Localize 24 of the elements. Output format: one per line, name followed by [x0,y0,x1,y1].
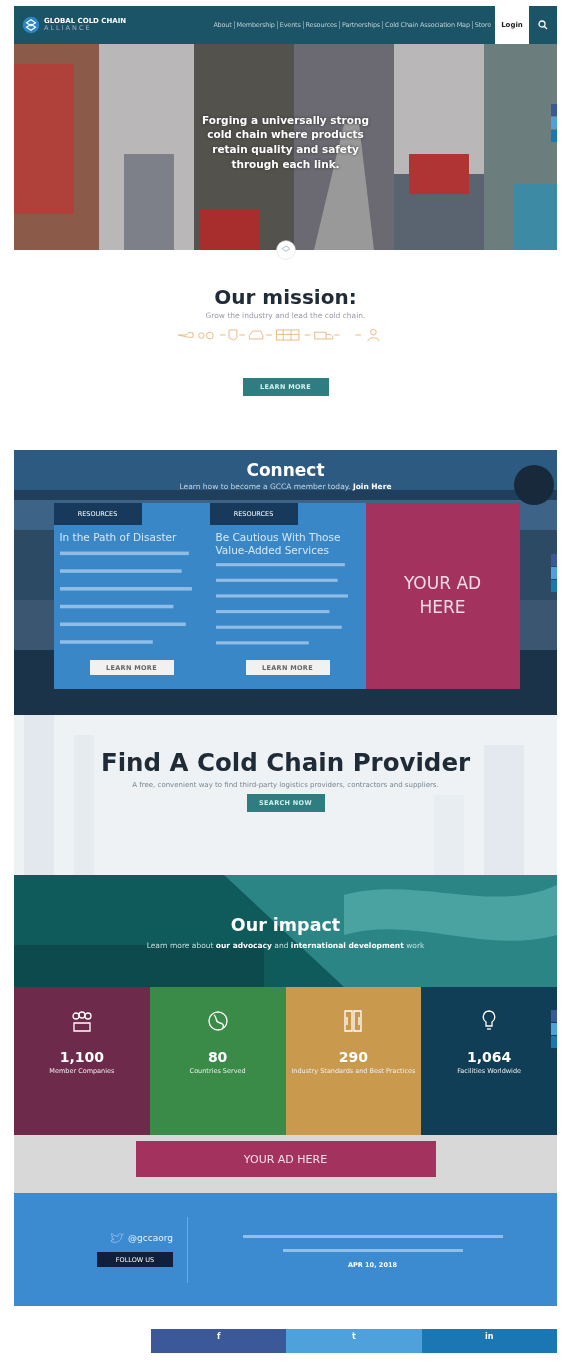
share-tab[interactable] [551,1036,557,1048]
ad-banner[interactable]: YOUR AD HERE [135,1141,436,1177]
share-button[interactable]: t [286,1329,422,1353]
section-title: Find A Cold Chain Provider [100,748,471,777]
share-tab[interactable] [551,1010,557,1022]
section-title: Our mission: [214,285,357,309]
stat-value: 1,100 [59,1049,104,1065]
share-button[interactable]: in [421,1329,557,1353]
stat-value: 1,064 [466,1049,512,1065]
logo-icon[interactable] [22,16,40,34]
share-tab[interactable] [551,104,557,116]
share-tab[interactable] [551,1023,557,1035]
stat-value: 80 [207,1049,228,1065]
bird-icon [110,1232,125,1244]
share-tab[interactable] [551,130,557,142]
share-tab[interactable] [551,117,557,129]
share-button[interactable]: f [151,1329,287,1353]
search-icon[interactable] [538,20,548,30]
hero-tagline: Forging a universally strong cold chain where products retain quality and safety through each link. [201,112,370,172]
logo-badge-icon [276,240,296,260]
twitter-handle[interactable]: @gccaorg [128,1233,173,1243]
stat-value: 290 [338,1049,368,1065]
people-icon [69,1009,94,1033]
section-title: Our impact [230,915,341,935]
